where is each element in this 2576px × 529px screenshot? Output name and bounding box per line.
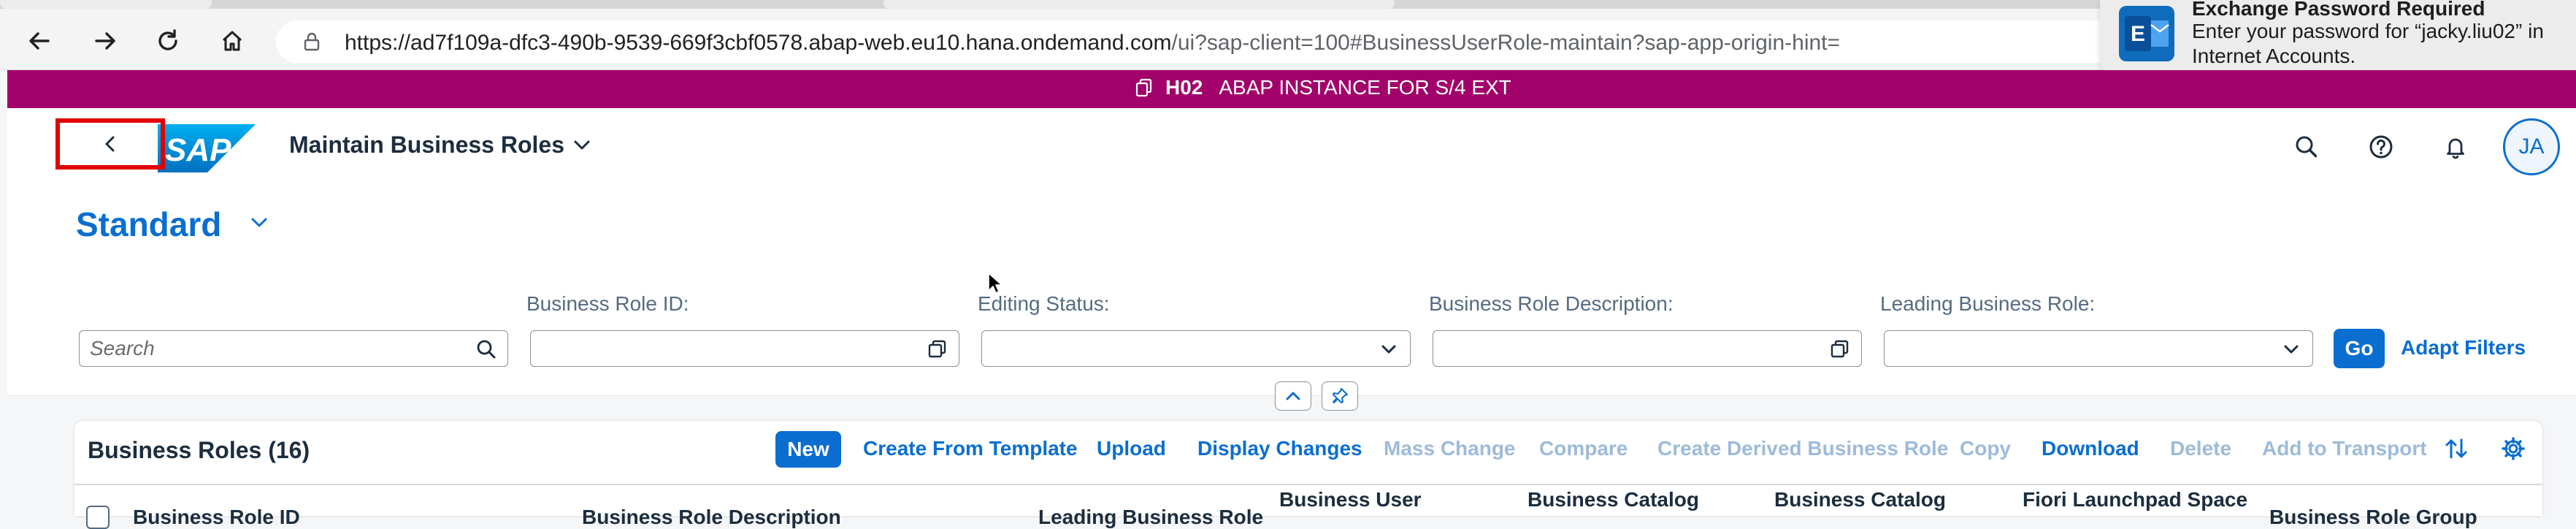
chevron-left-icon: [102, 134, 118, 153]
col-business-user[interactable]: Business User: [1279, 488, 1422, 511]
col-business-catalog[interactable]: Business Catalog: [1527, 488, 1699, 511]
system-id: H02: [1165, 76, 1203, 99]
col-business-catalog-2[interactable]: Business Catalog: [1774, 488, 1946, 511]
browser-tab[interactable]: [883, 0, 1395, 9]
new-button[interactable]: New: [775, 431, 841, 468]
address-bar[interactable]: https://ad7f109a-dfc3-490b-9539-669f3cbf…: [276, 20, 2204, 63]
app-title-menu[interactable]: Maintain Business Roles: [289, 132, 564, 159]
back-arrow-icon[interactable]: [22, 23, 57, 58]
help-icon[interactable]: [2363, 129, 2399, 165]
variant-selector[interactable]: Standard: [76, 205, 221, 244]
delete-button[interactable]: Delete: [2170, 437, 2231, 460]
create-derived-role-button[interactable]: Create Derived Business Role: [1657, 437, 1948, 460]
role-id-label: Business Role ID:: [526, 292, 689, 315]
home-icon[interactable]: [215, 23, 250, 58]
notification-body: Enter your password for “jacky.liu02” in…: [2192, 20, 2544, 67]
filter-bar: Standard Business Role ID: Editing Statu…: [7, 187, 2576, 411]
mouse-cursor: [987, 272, 1003, 295]
reload-icon[interactable]: [150, 23, 185, 58]
upload-button[interactable]: Upload: [1097, 437, 1166, 460]
search-icon[interactable]: [2288, 129, 2325, 165]
copy-button[interactable]: Copy: [1960, 437, 2011, 460]
chevron-down-icon[interactable]: [2280, 338, 2302, 360]
editing-status-label: Editing Status:: [978, 292, 1110, 315]
shell-header: SAP Maintain Business Roles JA: [7, 108, 2576, 187]
notification-title: Exchange Password Required: [2192, 0, 2485, 20]
svg-text:SAP: SAP: [165, 132, 231, 168]
system-info-bar: H02 ABAP INSTANCE FOR S/4 EXT: [7, 70, 2576, 108]
pin-header-button[interactable]: [1322, 381, 1358, 411]
col-leading-role[interactable]: Leading Business Role: [1038, 506, 1263, 529]
role-description-field[interactable]: [1433, 330, 1862, 367]
role-description-label: Business Role Description:: [1429, 292, 1674, 315]
url-text: https://ad7f109a-dfc3-490b-9539-669f3cbf…: [345, 31, 1841, 55]
role-id-field[interactable]: [530, 330, 959, 367]
go-button[interactable]: Go: [2334, 329, 2385, 368]
collapse-header-button[interactable]: [1275, 381, 1311, 411]
adapt-filters-button[interactable]: Adapt Filters: [2401, 336, 2526, 359]
outlook-exchange-icon: E: [2119, 6, 2174, 61]
user-avatar[interactable]: JA: [2503, 118, 2560, 175]
leading-role-select[interactable]: [1884, 330, 2313, 367]
col-role-group[interactable]: Business Role Group: [2269, 506, 2477, 529]
copy-system-icon[interactable]: [1133, 77, 1155, 99]
site-info-icon[interactable]: [301, 31, 323, 53]
chevron-up-icon: [1284, 389, 1302, 403]
chevron-down-icon[interactable]: [1378, 338, 1400, 360]
create-from-template-button[interactable]: Create From Template: [863, 437, 1078, 460]
value-help-icon[interactable]: [927, 338, 948, 360]
search-field[interactable]: [79, 330, 508, 367]
mass-change-button[interactable]: Mass Change: [1384, 437, 1516, 460]
col-role-description[interactable]: Business Role Description: [582, 506, 841, 529]
chevron-down-icon[interactable]: [572, 137, 591, 152]
col-role-id[interactable]: Business Role ID: [133, 506, 300, 529]
pin-icon: [1330, 387, 1349, 406]
select-all-checkbox[interactable]: [86, 506, 110, 529]
editing-status-select[interactable]: [981, 330, 1411, 367]
compare-button[interactable]: Compare: [1539, 437, 1628, 460]
browser-tab[interactable]: [0, 0, 212, 9]
download-button[interactable]: Download: [2042, 437, 2139, 460]
forward-arrow-icon[interactable]: [88, 23, 123, 58]
add-to-transport-button[interactable]: Add to Transport: [2262, 437, 2427, 460]
notification-bell-icon[interactable]: [2437, 129, 2474, 165]
search-input[interactable]: [90, 337, 440, 360]
system-description: ABAP INSTANCE FOR S/4 EXT: [1219, 76, 1511, 99]
leading-role-label: Leading Business Role:: [1880, 292, 2096, 315]
svg-text:E: E: [2131, 22, 2145, 46]
shell-back-button[interactable]: [55, 118, 165, 170]
table-title: Business Roles (16): [88, 437, 310, 463]
table-header-row: Business Role ID Business Role Descripti…: [74, 484, 2542, 529]
display-changes-button[interactable]: Display Changes: [1197, 437, 1362, 460]
sap-logo[interactable]: SAP: [158, 124, 256, 172]
settings-gear-icon[interactable]: [2500, 435, 2526, 462]
sort-icon[interactable]: [2443, 435, 2469, 462]
chevron-down-icon[interactable]: [250, 215, 269, 229]
business-roles-table: Business Roles (16) New Create From Temp…: [74, 421, 2542, 529]
search-icon[interactable]: [475, 338, 497, 360]
exchange-password-notification[interactable]: E Exchange Password Required Enter your …: [2100, 0, 2576, 73]
col-launchpad-space[interactable]: Fiori Launchpad Space: [2023, 488, 2247, 511]
value-help-icon[interactable]: [1829, 338, 1851, 360]
